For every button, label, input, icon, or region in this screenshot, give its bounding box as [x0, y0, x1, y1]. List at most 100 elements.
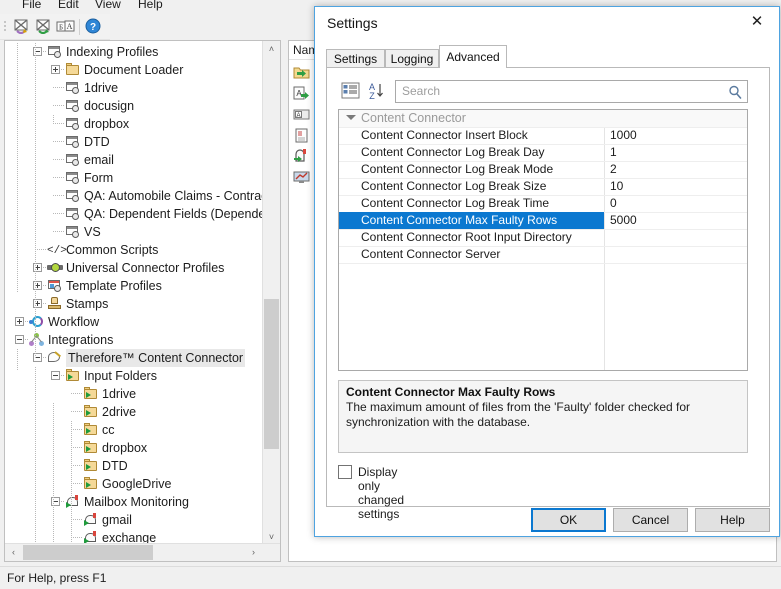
property-row[interactable]: Content Connector Log Break Time0 — [339, 195, 747, 213]
tree-item[interactable]: Integrations — [5, 331, 263, 349]
import-profile-icon[interactable] — [12, 18, 31, 36]
display-only-changed-settings-label: Display only changed settings — [358, 465, 404, 521]
tree-item[interactable]: Workflow — [5, 313, 263, 331]
menu-item-edit[interactable]: Edit — [58, 0, 79, 11]
property-row[interactable]: Content Connector Server — [339, 246, 747, 264]
tree-vertical-scroll-thumb[interactable] — [264, 299, 279, 449]
tree-viewport[interactable]: Indexing ProfilesDocument Loader1drivedo… — [5, 41, 263, 546]
tree-item-label: VS — [84, 223, 101, 241]
toolbar-grip[interactable] — [4, 20, 6, 33]
property-category-header[interactable]: Content Connector — [339, 110, 747, 128]
search-placeholder: Search — [402, 84, 440, 98]
tree-item-label: dropbox — [84, 115, 129, 133]
property-row[interactable]: Content Connector Root Input Directory — [339, 229, 747, 247]
property-row[interactable]: Content Connector Insert Block 1000 — [339, 127, 747, 145]
dialog-title-bar[interactable]: Settings ✕ — [315, 7, 779, 39]
profile-icon — [65, 99, 81, 113]
mailbox-icon[interactable] — [293, 149, 310, 164]
tree-item[interactable]: QA: Dependent Fields (Dependent — [5, 205, 263, 223]
tree-item[interactable]: docusign — [5, 97, 263, 115]
tree-expander[interactable] — [51, 65, 60, 74]
tree-item[interactable]: cc — [5, 421, 263, 439]
tree-item[interactable]: gmail — [5, 511, 263, 529]
chevron-down-icon[interactable] — [346, 115, 356, 120]
folder-arrow-icon — [83, 477, 99, 491]
scroll-right-button[interactable]: › — [245, 544, 262, 561]
magnifier-icon[interactable] — [728, 85, 742, 99]
property-value[interactable]: 5000 — [610, 213, 637, 227]
label-icon[interactable]: A — [293, 107, 310, 122]
svg-text:?: ? — [90, 22, 96, 33]
tree-item[interactable]: Document Loader — [5, 61, 263, 79]
search-input[interactable]: Search — [395, 80, 748, 103]
menu-item-file[interactable]: File — [22, 0, 41, 11]
scroll-up-button[interactable]: ˄ — [263, 41, 280, 58]
property-value[interactable]: 1000 — [610, 128, 637, 142]
property-row[interactable]: Content Connector Log Break Mode2 — [339, 161, 747, 179]
property-name: Content Connector Insert Block — [361, 128, 528, 142]
tree-item[interactable]: GoogleDrive — [5, 475, 263, 493]
tree-item[interactable]: QA: Automobile Claims - Contrac — [5, 187, 263, 205]
property-row[interactable]: Content Connector Log Break Size10 — [339, 178, 747, 196]
help-icon[interactable]: ? — [84, 18, 103, 36]
tree-item[interactable]: Universal Connector Profiles — [5, 259, 263, 277]
export-profile-icon[interactable] — [34, 18, 53, 36]
tree-expander[interactable] — [15, 335, 24, 344]
tree-item[interactable]: </>Common Scripts — [5, 241, 263, 259]
property-value[interactable]: 2 — [610, 162, 617, 176]
tree-item[interactable]: Therefore™ Content Connector — [5, 349, 263, 367]
tree-item[interactable]: Mailbox Monitoring — [5, 493, 263, 511]
tree-item[interactable]: dropbox — [5, 115, 263, 133]
tree-item[interactable]: Input Folders — [5, 367, 263, 385]
tree-guide-line — [35, 43, 36, 359]
tree-item[interactable]: email — [5, 151, 263, 169]
monitor-icon[interactable] — [293, 170, 310, 185]
tab-advanced[interactable]: Advanced — [439, 45, 507, 68]
sort-alphabetical-icon[interactable]: A Z — [365, 79, 390, 103]
template-icon — [47, 279, 63, 293]
tree-item[interactable]: Stamps — [5, 295, 263, 313]
tab-logging[interactable]: Logging — [385, 49, 439, 68]
cancel-button[interactable]: Cancel — [613, 508, 688, 532]
categorized-view-icon[interactable] — [338, 79, 363, 103]
integrations-icon — [29, 333, 45, 347]
menu-item-help[interactable]: Help — [138, 0, 163, 11]
tree-expander[interactable] — [15, 317, 24, 326]
tree-expander[interactable] — [51, 371, 60, 380]
tree-item[interactable]: 1drive — [5, 79, 263, 97]
tree-item[interactable]: Form — [5, 169, 263, 187]
tree-item-label: DTD — [102, 457, 128, 475]
profile-icon — [47, 45, 63, 59]
tree-horizontal-scroll-thumb[interactable] — [23, 545, 153, 560]
tree-item[interactable]: Template Profiles — [5, 277, 263, 295]
language-icon[interactable]: Б A — [56, 18, 75, 36]
tree-vertical-scrollbar[interactable]: ˄ ˅ — [262, 41, 280, 546]
page-arrow-icon[interactable]: A — [293, 86, 310, 101]
menu-item-view[interactable]: View — [95, 0, 121, 11]
tree-item[interactable]: 1drive — [5, 385, 263, 403]
tab-settings[interactable]: Settings — [326, 49, 385, 68]
tree-item[interactable]: VS — [5, 223, 263, 241]
ok-button[interactable]: OK — [531, 508, 606, 532]
property-grid[interactable]: Content Connector Content Connector Inse… — [338, 109, 748, 371]
profile-icon — [65, 171, 81, 185]
tree-item[interactable]: Indexing Profiles — [5, 43, 263, 61]
close-icon[interactable]: ✕ — [735, 7, 779, 37]
workflow-icon — [29, 315, 45, 329]
tree-item[interactable]: 2drive — [5, 403, 263, 421]
tree-item-label: email — [84, 151, 114, 169]
tree-item[interactable]: dropbox — [5, 439, 263, 457]
tree-item[interactable]: DTD — [5, 457, 263, 475]
folder-arrow-icon[interactable] — [293, 65, 310, 80]
scroll-left-button[interactable]: ‹ — [5, 544, 22, 561]
property-row[interactable]: Content Connector Log Break Day1 — [339, 144, 747, 162]
property-value[interactable]: 0 — [610, 196, 617, 210]
property-value[interactable]: 1 — [610, 145, 617, 159]
property-value[interactable]: 10 — [610, 179, 623, 193]
document-icon[interactable] — [293, 128, 310, 143]
tree-item[interactable]: DTD — [5, 133, 263, 151]
tree-horizontal-scrollbar[interactable]: ‹ › — [5, 543, 280, 561]
property-row[interactable]: Content Connector Max Faulty Rows5000 — [339, 212, 747, 230]
display-only-changed-settings-checkbox[interactable] — [338, 465, 352, 479]
help-button[interactable]: Help — [695, 508, 770, 532]
